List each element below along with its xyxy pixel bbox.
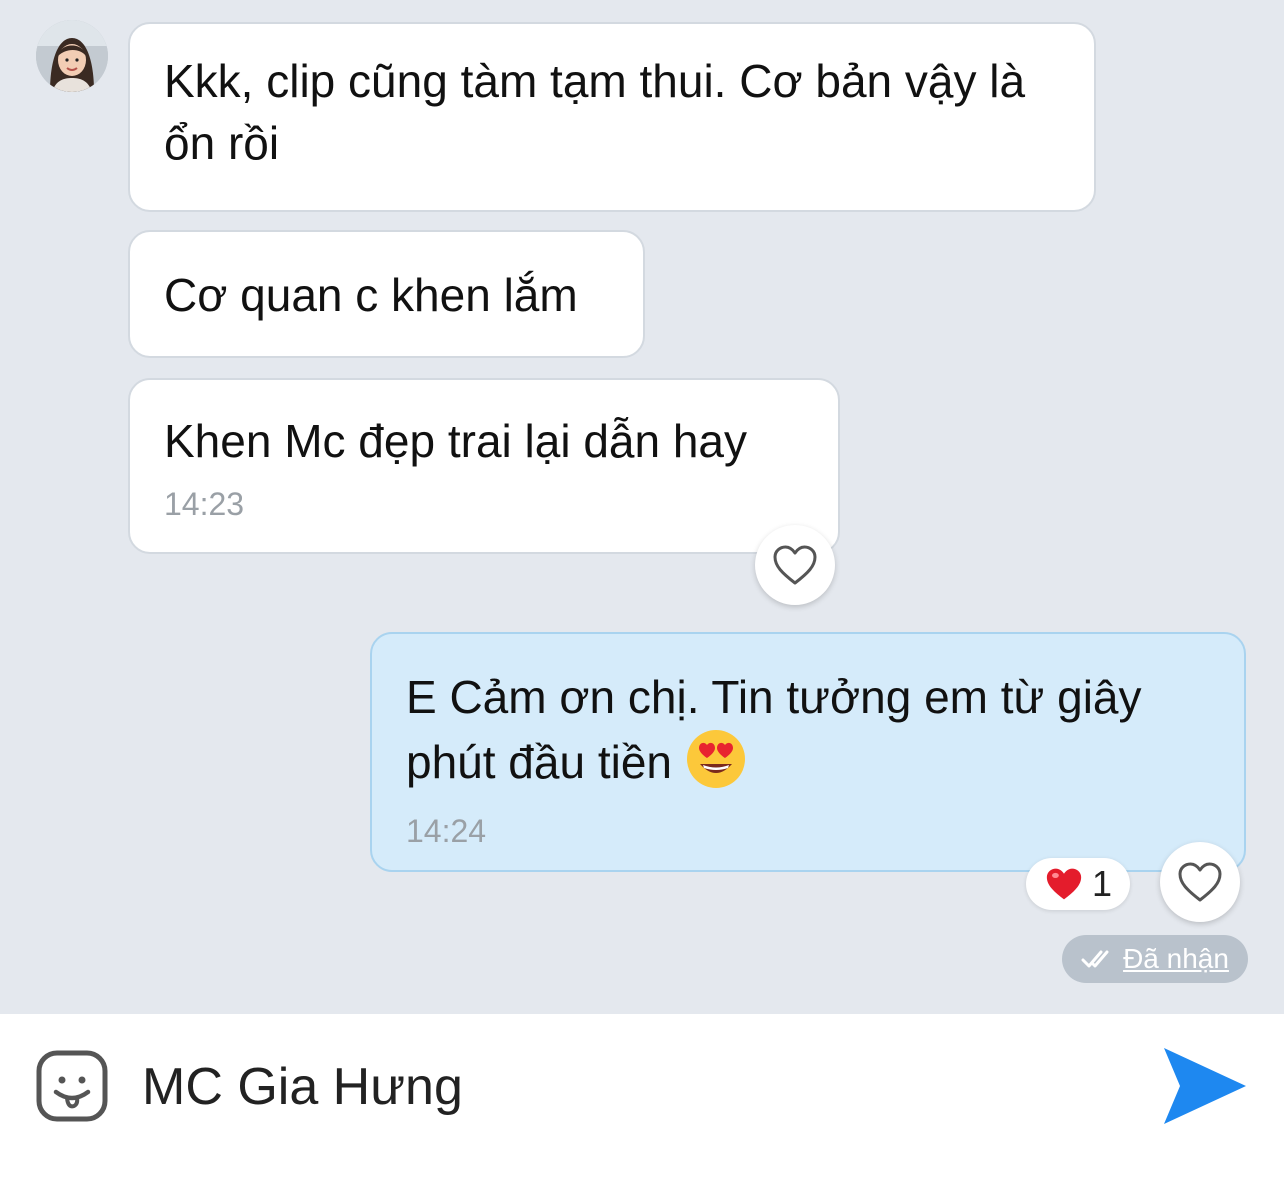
message-text: E Cảm ơn chị. Tin tưởng em từ giây phút … (406, 671, 1142, 788)
red-heart-icon (1046, 868, 1082, 900)
message-bubble-incoming[interactable]: Kkk, clip cũng tàm tạm thui. Cơ bản vậy … (128, 22, 1096, 212)
reaction-summary[interactable]: 1 (1026, 858, 1130, 910)
message-timestamp: 14:24 (406, 813, 487, 849)
sender-avatar[interactable] (36, 20, 108, 92)
message-bubble-incoming[interactable]: Cơ quan c khen lắm (128, 230, 645, 358)
heart-outline-icon (773, 545, 817, 585)
message-timestamp: 14:23 (164, 486, 245, 522)
delivery-status-text: Đã nhận (1123, 943, 1229, 974)
message-bubble-incoming[interactable]: Khen Mc đẹp trai lại dẫn hay 14:23 (128, 378, 840, 554)
chat-area[interactable]: Kkk, clip cũng tàm tạm thui. Cơ bản vậy … (0, 0, 1284, 1014)
message-text: Khen Mc đẹp trai lại dẫn hay (164, 415, 748, 467)
message-text: Cơ quan c khen lắm (164, 269, 578, 321)
sticker-smile-icon (36, 1050, 108, 1122)
message-input[interactable]: MC Gia Hưng (142, 1052, 463, 1122)
react-heart-button[interactable] (1160, 842, 1240, 922)
reaction-count: 1 (1091, 863, 1113, 904)
message-text: Kkk, clip cũng tàm tạm thui. Cơ bản vậy … (164, 55, 1026, 169)
sticker-button[interactable] (34, 1048, 110, 1124)
delivery-status-badge: Đã nhận (1062, 935, 1248, 983)
message-bubble-outgoing[interactable]: E Cảm ơn chị. Tin tưởng em từ giây phút … (370, 632, 1246, 872)
heart-outline-icon (1178, 862, 1222, 902)
double-check-icon (1081, 950, 1109, 968)
heart-eyes-emoji (685, 728, 747, 790)
send-button[interactable] (1160, 1044, 1250, 1128)
send-icon (1164, 1048, 1246, 1124)
react-heart-button[interactable] (755, 525, 835, 605)
